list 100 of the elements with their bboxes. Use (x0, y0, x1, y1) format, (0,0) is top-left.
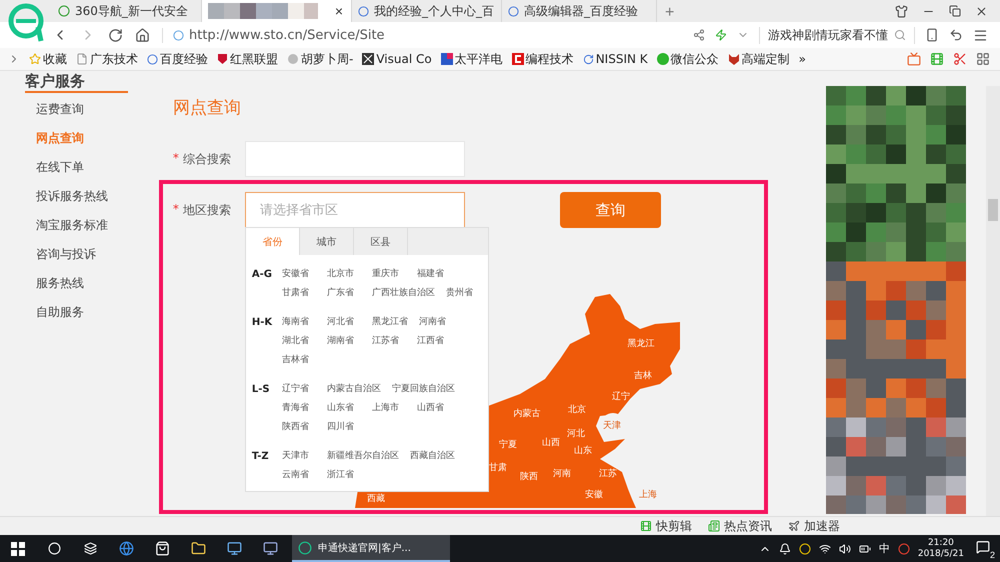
province-link[interactable]: 上海市 (372, 399, 406, 418)
province-link[interactable]: 河北省 (326, 313, 361, 332)
scissors-icon[interactable] (953, 52, 967, 66)
scrollbar[interactable] (986, 86, 1000, 516)
province-link[interactable]: 河南省 (418, 313, 453, 332)
search-field[interactable]: 游戏神剧情玩家看不懂 (759, 26, 915, 44)
sidebar-item[interactable]: 投诉服务热线 (25, 187, 150, 205)
news-icon (708, 520, 720, 532)
search-icon (894, 29, 906, 41)
province-label: 河北 (566, 429, 585, 439)
bookmark-link[interactable]: 百度经验 (147, 50, 208, 68)
undo-icon[interactable] (949, 28, 963, 42)
window-icon (262, 541, 278, 556)
bag-icon (154, 541, 170, 556)
province-link[interactable]: 四川省 (326, 418, 361, 437)
province-link[interactable]: 天津市 (282, 447, 316, 466)
bookmark-link[interactable]: 太平洋电 (440, 50, 503, 68)
tv-icon[interactable] (907, 52, 921, 66)
province-link[interactable]: 安徽省 (282, 265, 316, 284)
province-label: 天津 (602, 421, 621, 431)
province-link[interactable]: 山西省 (416, 399, 451, 418)
province-link[interactable]: 广东省 (326, 284, 361, 303)
status-item[interactable]: 加速器 (788, 518, 840, 534)
bookmark-link[interactable]: 胡萝卜周- (287, 50, 354, 68)
network-icon[interactable] (818, 542, 831, 554)
province-label: 山东 (574, 446, 592, 456)
home-icon[interactable] (135, 28, 150, 42)
status-item[interactable]: 热点资讯 (708, 518, 772, 534)
province-link[interactable]: 江西省 (416, 332, 451, 351)
sidebar-item[interactable]: 服务热线 (25, 274, 150, 292)
province-link[interactable]: 宁夏回族自治区 (392, 380, 455, 399)
sidebar-item[interactable]: 淘宝服务标准 (25, 216, 150, 234)
province-link[interactable]: 广西壮族自治区 (372, 284, 435, 303)
province-link[interactable]: 山东省 (326, 399, 361, 418)
battery-icon[interactable] (858, 542, 871, 554)
shirt-icon[interactable] (895, 4, 908, 18)
clock[interactable]: 21:20 2018/5/21 (918, 538, 964, 560)
menu-icon[interactable] (973, 28, 988, 42)
star-icon[interactable] (29, 53, 41, 65)
province-link[interactable]: 福建省 (416, 265, 451, 284)
province-link[interactable]: 海南省 (282, 313, 316, 332)
province-link[interactable]: 吉林省 (282, 351, 316, 370)
province-link[interactable]: 贵州省 (446, 284, 480, 303)
browser-tab[interactable]: × (202, 0, 352, 22)
restore-icon[interactable] (949, 5, 961, 17)
close-tab-button[interactable]: × (332, 3, 345, 19)
province-link[interactable]: 湖南省 (326, 332, 361, 351)
province-link[interactable]: 陕西省 (282, 418, 316, 437)
province-link[interactable]: 北京市 (326, 265, 361, 284)
province-link[interactable]: 内蒙古自治区 (326, 380, 381, 399)
notification-button[interactable]: 2 (972, 540, 994, 557)
province-link[interactable]: 甘肃省 (282, 284, 316, 303)
province-link[interactable]: 新疆维吾尔自治区 (326, 447, 399, 466)
bookmark-link[interactable]: 高端定制 (728, 50, 790, 68)
share-icon[interactable] (693, 29, 705, 41)
province-link[interactable]: 西藏自治区 (410, 447, 455, 466)
windows-icon (11, 542, 25, 556)
sidebar-item[interactable]: 咨询与投诉 (25, 245, 150, 263)
province-link[interactable]: 云南省 (282, 466, 316, 485)
sidebar-item[interactable]: 运费查询 (25, 100, 150, 118)
page-icon[interactable] (76, 53, 88, 65)
province-label: 安徽 (584, 490, 603, 500)
sidebar-item[interactable]: 自助服务 (25, 303, 150, 321)
ime-indicator[interactable]: 中 (878, 541, 890, 556)
province-link[interactable]: 青海省 (282, 399, 316, 418)
close-icon[interactable] (975, 4, 988, 18)
bookmark-link[interactable]: 编程技术 (512, 50, 574, 68)
province-label: 黑龙江 (627, 339, 654, 349)
bookmark-link[interactable]: NISSIN K (582, 52, 648, 66)
province-label: 吉林 (634, 371, 652, 381)
letter-range: A-G (252, 268, 273, 282)
bookmark-link[interactable]: 红黑联盟 (217, 50, 278, 68)
province-label: 西藏 (366, 494, 385, 504)
square-icon (362, 53, 374, 65)
sidebar-item[interactable]: 在线下单 (25, 158, 150, 176)
province-link[interactable]: 重庆市 (372, 265, 406, 284)
reload-icon[interactable] (108, 28, 123, 42)
field-label: 地区搜索 (182, 202, 231, 218)
province-link[interactable]: 辽宁省 (282, 380, 316, 399)
volume-icon[interactable] (838, 542, 851, 554)
new-tab-button[interactable]: + (657, 4, 682, 22)
province-link[interactable]: 黑龙江省 (372, 313, 408, 332)
address-field[interactable]: http://www.sto.cn/Service/Site (162, 28, 603, 42)
bookmark-link[interactable]: 微信公众 (656, 50, 719, 68)
province-link[interactable]: 浙江省 (326, 466, 361, 485)
lightning-icon[interactable] (715, 29, 727, 41)
status-item[interactable]: 快剪辑 (640, 518, 692, 534)
bell-icon[interactable] (778, 542, 791, 554)
more-bookmarks-button[interactable]: » (798, 52, 806, 66)
apps-icon[interactable] (976, 52, 990, 66)
folder-icon (190, 541, 206, 556)
bookmark-link[interactable]: 广东技术 (76, 50, 138, 68)
province-link[interactable]: 江苏省 (372, 332, 406, 351)
input-field[interactable]: 请选择省市区 (244, 192, 465, 228)
province-link[interactable]: 湖北省 (282, 332, 316, 351)
taskbar-app-button[interactable]: 申通快递官网|客户... (292, 535, 450, 562)
phone-icon[interactable] (925, 28, 939, 42)
bookmark-link[interactable]: 收藏 (29, 50, 67, 68)
required-marker: * (172, 150, 179, 166)
bookmark-link[interactable]: Visual Co (362, 52, 432, 66)
